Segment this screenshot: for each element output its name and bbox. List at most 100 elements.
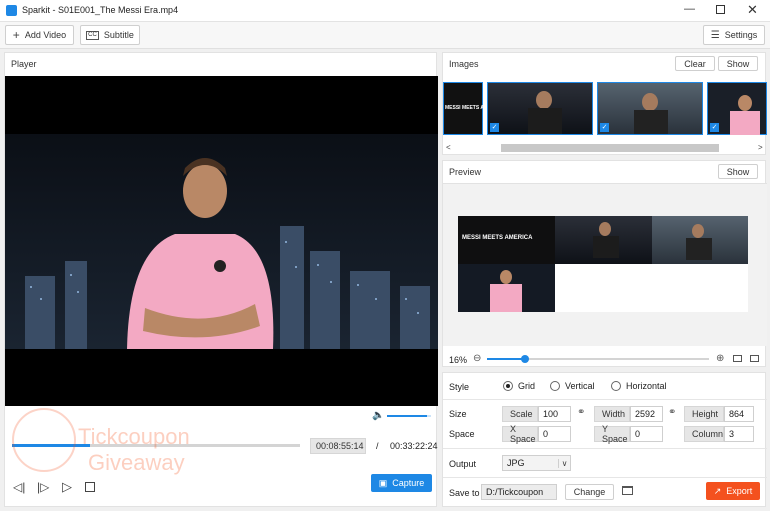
y-space-input[interactable]: 0 [630,426,663,442]
minimize-icon[interactable]: — [684,3,695,15]
title-bar: Sparkit - S01E001_The Messi Era.mp4 — ✕ [0,0,770,22]
thumbnail-3[interactable]: ✓ [597,82,703,135]
grid-radio[interactable] [503,381,513,391]
link-icon-2[interactable]: ⚭ [668,407,676,418]
volume-icon[interactable]: 🔈 [372,410,384,421]
column-label: Column [684,426,724,442]
zoom-slider[interactable] [487,355,709,363]
divider-2 [443,448,767,449]
app-icon [6,5,17,16]
plus-icon: + [12,28,20,42]
clear-button[interactable]: Clear [675,56,715,71]
progress-fill [12,444,90,447]
thumbnail-4-check-icon: ✓ [710,123,719,132]
scale-input[interactable]: 100 [538,406,571,422]
style-horizontal-option[interactable]: Horizontal [611,381,667,391]
subtitle-button[interactable]: CC Subtitle [80,25,140,45]
scroll-right-icon[interactable]: > [758,143,763,152]
zoom-out-icon[interactable]: ⊖ [473,353,481,364]
settings-panel: Style Grid Vertical Horizontal Size Scal… [442,372,767,507]
capture-button[interactable]: ▣ Capture [371,474,432,492]
zoom-handle[interactable] [521,355,529,363]
thumbnail-4[interactable]: ✓ [707,82,767,135]
time-separator: / [376,441,379,451]
settings-button[interactable]: ☰ Settings [703,25,765,45]
images-panel: Images Clear Show MESSI MEETS AMERICA ✓ … [442,52,767,155]
zoom-fill [487,358,525,360]
subtitle-label: Subtitle [103,30,134,40]
y-space-label: Y Space [594,424,630,444]
export-button[interactable]: ↗ Export [706,482,760,500]
grid-label: Grid [518,381,536,391]
horizontal-scrollbar[interactable] [501,144,719,152]
x-space-input[interactable]: 0 [538,426,571,442]
zoom-in-icon[interactable]: ⊕ [716,353,724,364]
thumbnail-3-check-icon: ✓ [600,123,609,132]
video-image [5,134,438,349]
width-label: Width [594,406,630,422]
preview-canvas: MESSI MEETS AMERICA [443,183,767,346]
stop-icon[interactable] [85,482,95,492]
volume-slider[interactable] [387,415,431,417]
change-button[interactable]: Change [565,484,614,500]
style-vertical-option[interactable]: Vertical [550,381,595,391]
height-label: Height [684,406,724,422]
scroll-left-icon[interactable]: < [446,143,451,152]
save-path-field[interactable]: D:/Tickcoupon [481,484,557,500]
width-input[interactable]: 2592 [630,406,663,422]
preview-cell-3 [652,216,748,264]
save-to-label: Save to [449,488,480,498]
output-format-value: JPG [507,458,525,468]
scale-label: Scale [502,406,538,422]
previous-frame-icon[interactable]: ◁| [13,480,25,494]
cc-icon: CC [86,30,99,40]
maximize-icon[interactable] [716,5,725,14]
preview-show-button[interactable]: Show [718,164,758,179]
thumbnail-strip[interactable]: MESSI MEETS AMERICA ✓ ✓ ✓ [443,82,767,136]
divider-3 [443,477,767,478]
video-frame[interactable] [5,76,438,406]
images-label: Images [449,59,479,69]
camera-icon: ▣ [378,477,388,488]
folder-icon[interactable] [622,486,633,495]
space-label: Space [449,429,475,439]
column-input[interactable]: 3 [724,426,754,442]
preview-cell-4 [458,264,555,312]
size-label: Size [449,409,467,419]
player-panel: Player 🔈 00:08:55:14 / 00:33:22:24 ◁| |▷… [4,52,438,507]
preview-panel: Preview Show MESSI MEETS AMERICA 16% ⊖ ⊕ [442,160,767,367]
divider-1 [443,399,767,400]
chevron-down-icon: ∨ [558,458,570,468]
zoom-value: 16% [449,355,468,365]
output-format-select[interactable]: JPG ∨ [502,455,571,471]
thumbnail-2[interactable]: ✓ [487,82,593,135]
preview-cell-1-title: MESSI MEETS AMERICA [462,235,533,241]
horizontal-radio[interactable] [611,381,621,391]
next-frame-icon[interactable]: |▷ [37,480,49,494]
add-video-button[interactable]: + Add Video [5,25,74,45]
current-time: 00:08:55:14 [310,438,366,454]
progress-bar[interactable] [12,444,300,447]
thumbnail-1[interactable]: MESSI MEETS AMERICA [443,82,504,135]
preview-label: Preview [449,167,482,177]
vertical-label: Vertical [565,381,595,391]
toolbar: + Add Video CC Subtitle ☰ Settings [0,22,770,49]
fit-icon[interactable] [733,355,742,362]
window-title: Sparkit - S01E001_The Messi Era.mp4 [22,5,179,15]
preview-grid: MESSI MEETS AMERICA [458,216,748,312]
height-input[interactable]: 864 [724,406,754,422]
export-label: Export [726,486,753,496]
player-label: Player [11,59,37,69]
capture-label: Capture [392,478,425,488]
thumbnail-2-check-icon: ✓ [490,123,499,132]
play-icon[interactable]: ▷ [62,479,72,495]
images-show-button[interactable]: Show [718,56,758,71]
export-icon: ↗ [713,485,722,496]
actual-size-icon[interactable] [750,355,759,362]
settings-label: Settings [724,30,758,40]
style-grid-option[interactable]: Grid [503,381,535,391]
volume-fill [387,415,427,417]
close-icon[interactable]: ✕ [747,2,758,18]
vertical-radio[interactable] [550,381,560,391]
link-icon[interactable]: ⚭ [577,407,585,418]
